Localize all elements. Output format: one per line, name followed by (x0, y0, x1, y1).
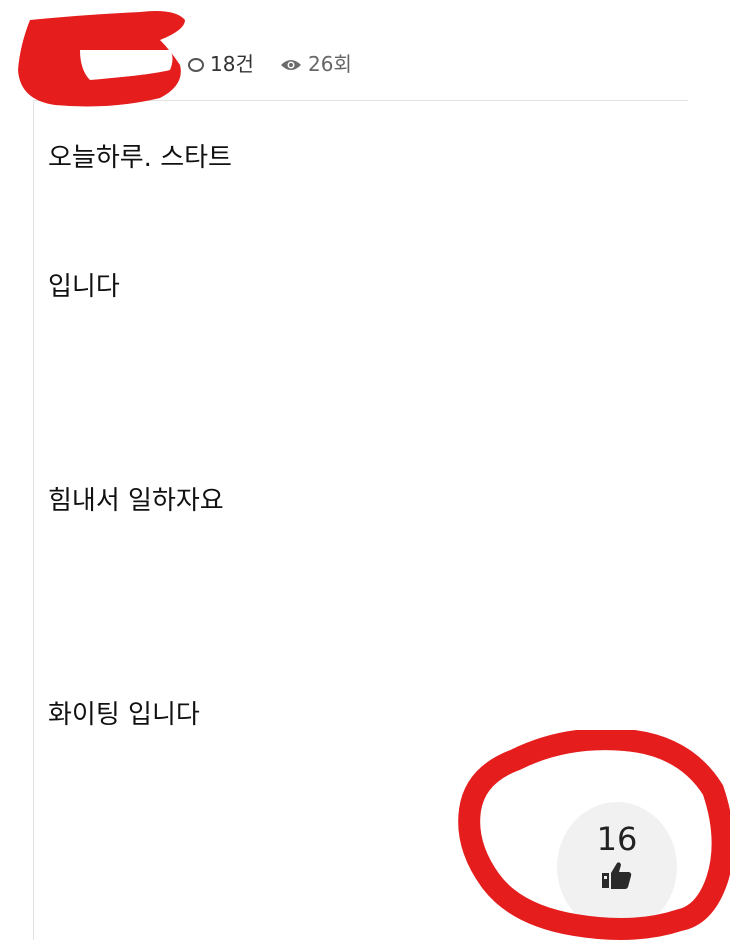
comment-icon (188, 58, 204, 72)
content-left-border (33, 100, 34, 940)
view-count-text: 26회 (308, 52, 352, 76)
comment-count: 18건 (188, 48, 254, 77)
like-button[interactable]: 16 (557, 802, 677, 932)
eye-icon (281, 60, 301, 70)
post-line-4: 화이팅 입니다 (48, 700, 200, 730)
like-count: 16 (596, 820, 638, 858)
meta-divider (33, 100, 688, 101)
view-count: 26회 (280, 48, 352, 77)
post-meta-bar: 하얀구름 18건 26회 (0, 38, 730, 88)
post-line-2: 입니다 (48, 272, 120, 302)
comment-count-text: 18건 (210, 52, 254, 76)
author-name[interactable]: 하얀구름 (88, 48, 162, 77)
thumbs-up-icon (602, 862, 632, 889)
post-line-1: 오늘하루. 스타트 (48, 143, 232, 173)
post-line-3: 힘내서 일하자요 (48, 486, 224, 516)
